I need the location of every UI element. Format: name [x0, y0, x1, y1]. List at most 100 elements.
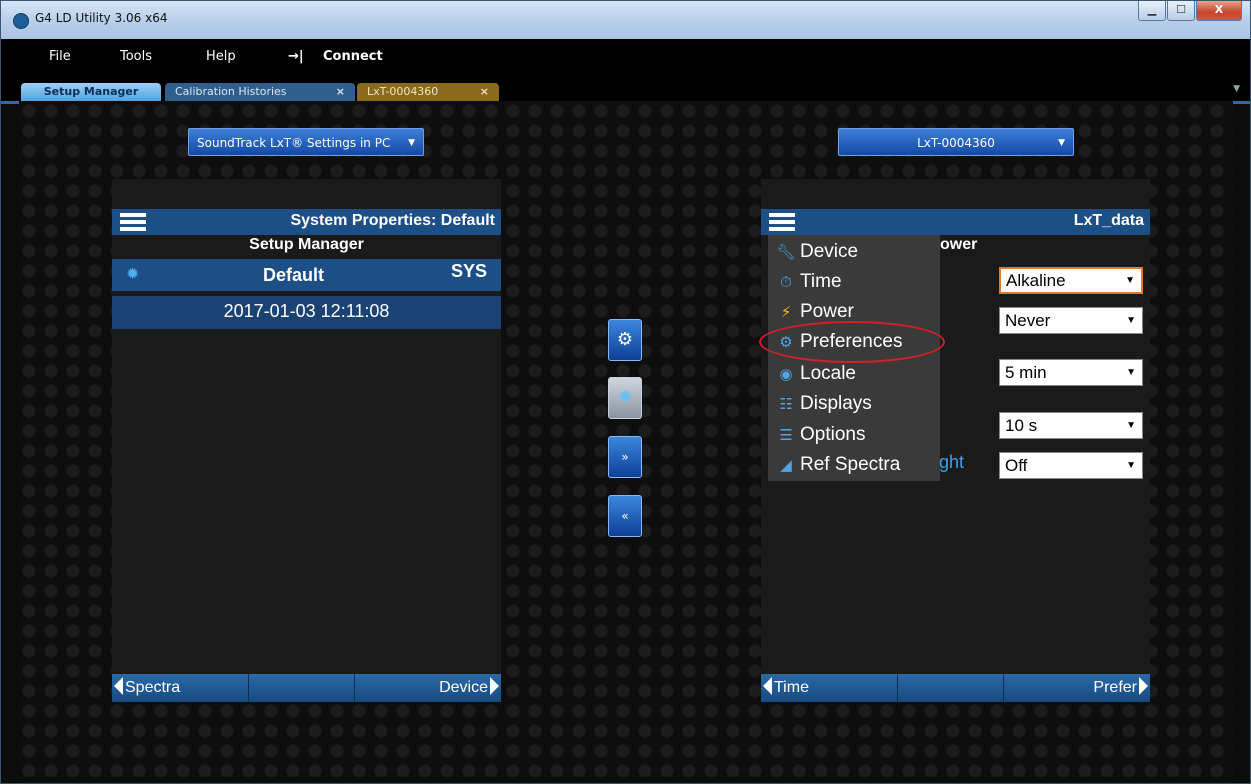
menu-item-label: Device	[800, 241, 859, 262]
left-panel-footer: Spectra Device	[112, 674, 501, 702]
save-settings-button[interactable]: ⚙	[608, 319, 642, 361]
left-panel-subtitle: Setup Manager	[249, 236, 364, 253]
tab-label: Setup Manager	[43, 85, 139, 98]
menu-item-locale[interactable]: ◉ Locale	[776, 359, 856, 389]
tab-calibration-histories[interactable]: Calibration Histories ×	[165, 83, 355, 101]
menu-file[interactable]: File	[49, 49, 71, 64]
right-panel-header: LxT_data	[761, 209, 1150, 235]
nav-next-label: Prefer	[1093, 679, 1137, 696]
sleep-value: 5 min	[1005, 363, 1047, 382]
receive-from-device-button[interactable]: «	[608, 495, 642, 537]
setup-name: Default	[263, 265, 325, 285]
menu-connect[interactable]: Connect	[323, 49, 383, 64]
nav-prev-label: Spectra	[125, 679, 181, 696]
menu-item-time[interactable]: ⏱︎ Time	[776, 267, 842, 297]
fast-forward-icon: »	[621, 450, 629, 464]
chevron-down-icon: ▼	[1126, 420, 1136, 431]
menu-item-label: Displays	[800, 393, 872, 414]
settings-disabled-button[interactable]: ✹	[608, 377, 642, 419]
left-panel-title: System Properties: Default	[290, 212, 495, 229]
hamburger-menu-icon[interactable]	[120, 213, 146, 231]
nav-next-button[interactable]: Device	[355, 674, 501, 702]
sleep-select[interactable]: 5 min ▼	[999, 359, 1143, 386]
app-window: G4 LD Utility 3.06 x64 ▁ ☐ X File Tools …	[0, 0, 1251, 784]
device-dropdown-label: LxT-0004360	[917, 136, 995, 150]
close-button[interactable]: X	[1196, 1, 1242, 21]
gear-icon: ✹	[617, 387, 633, 408]
auto-off-select[interactable]: Never ▼	[999, 307, 1143, 334]
stopwatch-icon: ⏱︎	[780, 274, 792, 291]
setup-row-timestamp[interactable]: 2017-01-03 12:11:08	[112, 296, 501, 329]
nav-next-button[interactable]: Prefer	[1004, 674, 1150, 702]
menu-item-ref-spectra[interactable]: ◢ Ref Spectra	[776, 450, 900, 480]
power-subtitle-fragment: ower	[940, 236, 978, 253]
close-tab-icon[interactable]: ×	[480, 83, 489, 101]
right-arrow-icon	[1139, 677, 1148, 696]
chevron-down-icon: ▼	[1058, 138, 1065, 148]
left-panel-header: System Properties: Default	[112, 209, 501, 235]
send-to-device-button[interactable]: »	[608, 436, 642, 478]
device-settings-icon: ⚙	[616, 329, 634, 350]
displays-icon: ☷	[779, 396, 793, 413]
tab-label: Calibration Histories	[175, 85, 287, 98]
menu-item-options[interactable]: ☰ Options	[776, 420, 865, 450]
tab-setup-manager[interactable]: Setup Manager	[21, 83, 161, 101]
right-panel-title: LxT_data	[1073, 212, 1144, 229]
menu-item-label: Locale	[800, 363, 856, 384]
menu-tools[interactable]: Tools	[120, 49, 152, 64]
menu-help[interactable]: Help	[206, 49, 236, 64]
backlight-value: Off	[1005, 456, 1028, 475]
connect-icon[interactable]: →|	[288, 49, 304, 64]
setup-tag: SYS	[450, 261, 487, 281]
tab-strip: Setup Manager Calibration Histories × Lx…	[1, 73, 1250, 104]
minimize-button[interactable]: ▁	[1138, 1, 1166, 21]
plug-icon: ⚡︎	[780, 304, 792, 321]
chevron-down-icon: ▼	[1125, 275, 1135, 286]
rewind-icon: «	[621, 509, 629, 523]
tab-label: LxT-0004360	[367, 85, 439, 98]
chevron-down-icon: ▼	[1126, 367, 1136, 378]
backlight-select[interactable]: Off ▼	[999, 452, 1143, 479]
nav-prev-button[interactable]: Spectra	[112, 674, 249, 702]
device-dropdown[interactable]: LxT-0004360 ▼	[838, 128, 1074, 156]
menu-bar: File Tools Help →| Connect	[1, 39, 1250, 73]
menu-item-device[interactable]: 🔧︎ Device	[776, 237, 858, 267]
battery-type-value: Alkaline	[1006, 271, 1066, 290]
left-arrow-icon	[114, 677, 123, 696]
setup-row-default[interactable]: ✹ Default SYS	[112, 259, 501, 291]
battery-type-select[interactable]: Alkaline ▼	[999, 267, 1143, 294]
nav-prev-label: Time	[774, 679, 809, 696]
left-arrow-icon	[763, 677, 772, 696]
interval-value: 10 s	[1005, 416, 1038, 435]
right-panel-footer: Time Prefer	[761, 674, 1150, 702]
tab-device[interactable]: LxT-0004360 ×	[357, 83, 499, 101]
setup-timestamp: 2017-01-03 12:11:08	[223, 301, 390, 321]
window-controls: ▁ ☐ X	[1137, 1, 1242, 21]
backlight-label-fragment: ght	[939, 452, 965, 472]
wrench-icon: 🔧︎	[776, 244, 796, 261]
menu-item-label: Ref Spectra	[800, 454, 901, 475]
chevron-down-icon: ▼	[1126, 460, 1136, 471]
window-title: G4 LD Utility 3.06 x64	[35, 11, 168, 25]
menu-item-label: Time	[800, 271, 842, 292]
source-dropdown[interactable]: SoundTrack LxT® Settings in PC ▼	[188, 128, 424, 156]
menu-item-displays[interactable]: ☷ Displays	[776, 389, 872, 419]
interval-select[interactable]: 10 s ▼	[999, 412, 1143, 439]
auto-off-value: Never	[1005, 311, 1051, 330]
title-bar[interactable]: G4 LD Utility 3.06 x64 ▁ ☐ X	[1, 1, 1250, 39]
menu-item-label: Power	[800, 301, 854, 322]
close-tab-icon[interactable]: ×	[336, 83, 345, 101]
highlight-ellipse	[759, 321, 945, 363]
menu-item-label: Options	[800, 424, 866, 445]
right-arrow-icon	[490, 677, 499, 696]
hamburger-menu-icon[interactable]	[769, 213, 795, 231]
globe-icon: ◉	[779, 366, 793, 383]
spectra-icon: ◢	[780, 457, 792, 474]
maximize-button[interactable]: ☐	[1167, 1, 1195, 21]
options-icon: ☰	[779, 427, 793, 444]
gear-icon: ✹	[126, 266, 140, 283]
tab-overflow-icon[interactable]: ▼	[1233, 84, 1240, 94]
nav-middle-segment	[898, 674, 1004, 702]
app-icon	[13, 13, 29, 29]
nav-prev-button[interactable]: Time	[761, 674, 898, 702]
